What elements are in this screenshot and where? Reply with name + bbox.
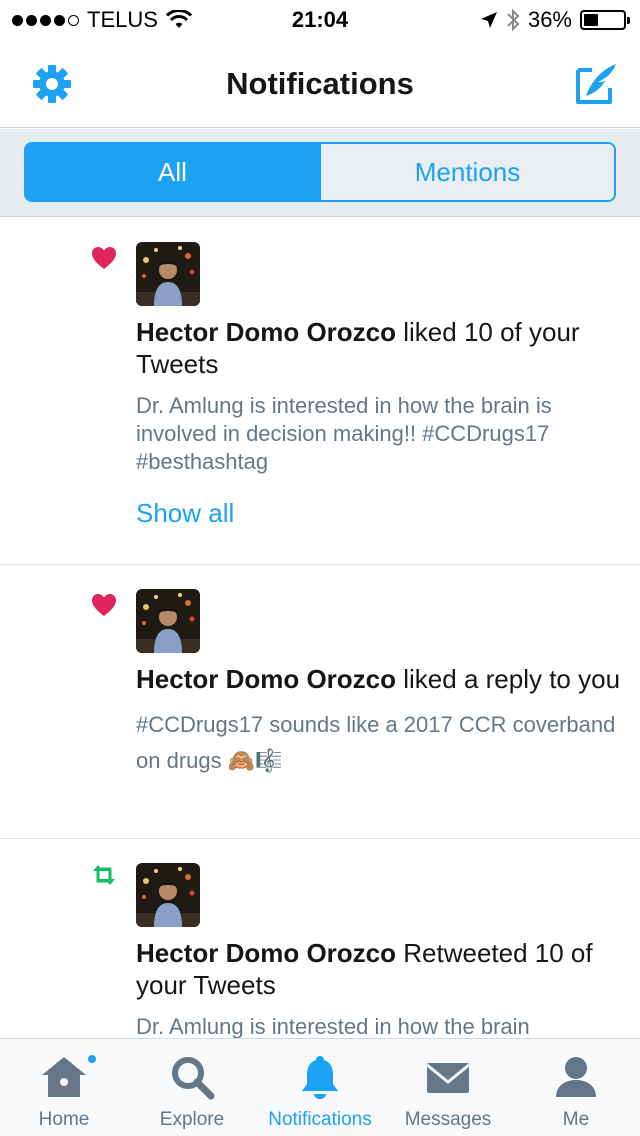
page-title: Notifications	[226, 66, 414, 101]
notification-item[interactable]: Hector Domo Orozco Retweeted 10 of your …	[0, 839, 640, 1038]
status-bar: TELUS 21:04 36%	[0, 0, 640, 40]
notifications-screen: TELUS 21:04 36% Notifications All Mentio…	[0, 0, 640, 1136]
segment-all[interactable]: All	[26, 144, 319, 200]
tab-notifications[interactable]: Notifications	[256, 1039, 384, 1136]
avatar[interactable]	[136, 589, 200, 653]
notifications-filter: All Mentions	[24, 142, 616, 202]
tweet-text: Dr. Amlung is interested in how the brai…	[136, 1014, 530, 1038]
segment-mentions[interactable]: Mentions	[319, 144, 614, 200]
home-badge-dot	[86, 1053, 98, 1065]
person-icon	[556, 1057, 596, 1097]
compose-tweet-button[interactable]	[572, 60, 620, 108]
navigation-bar: Notifications	[0, 40, 640, 128]
tab-home[interactable]: Home	[0, 1039, 128, 1136]
tweet-text: #CCDrugs17 sounds like a 2017 CCR coverb…	[136, 712, 616, 773]
heart-icon	[92, 594, 116, 616]
notification-title: Hector Domo Orozco Retweeted 10 of your …	[136, 937, 626, 1001]
tab-messages[interactable]: Messages	[384, 1039, 512, 1136]
tab-label: Explore	[159, 1109, 225, 1130]
location-arrow-icon	[480, 12, 497, 28]
search-icon	[172, 1057, 215, 1100]
battery-percent: 36%	[527, 7, 572, 32]
tab-me[interactable]: Me	[512, 1039, 640, 1136]
tab-explore[interactable]: Explore	[128, 1039, 256, 1136]
notifications-feed[interactable]: Hector Domo Orozco liked 10 of your Twee…	[0, 218, 640, 1038]
notification-action: liked a reply to you	[396, 664, 621, 694]
notification-title: Hector Domo Orozco liked a reply to you	[136, 663, 626, 695]
tab-label: Home	[38, 1109, 90, 1130]
avatar[interactable]	[136, 863, 200, 927]
retweet-icon	[93, 865, 115, 885]
battery-icon	[580, 10, 630, 30]
signal-strength-icon	[12, 14, 79, 26]
user-name[interactable]: Hector Domo Orozco	[136, 664, 396, 694]
notification-item[interactable]: Hector Domo Orozco liked a reply to you …	[0, 565, 640, 839]
wifi-icon	[165, 10, 192, 28]
carrier-name: TELUS	[87, 7, 158, 32]
user-name[interactable]: Hector Domo Orozco	[136, 317, 396, 347]
user-name[interactable]: Hector Domo Orozco	[136, 938, 396, 968]
tab-label: Notifications	[268, 1109, 372, 1130]
bell-icon	[302, 1056, 338, 1099]
tab-label: Me	[562, 1109, 590, 1130]
envelope-icon	[426, 1063, 470, 1093]
show-all-link[interactable]: Show all	[136, 498, 626, 529]
home-icon	[42, 1057, 86, 1097]
heart-icon	[92, 247, 116, 269]
segment-bar: All Mentions	[0, 129, 640, 217]
compose-icon	[576, 64, 616, 104]
tab-bar: Home Explore Notifications Messages Me	[0, 1038, 640, 1136]
bluetooth-icon	[507, 8, 520, 32]
tab-label: Messages	[404, 1109, 492, 1130]
tweet-text: Dr. Amlung is interested in how the brai…	[136, 393, 552, 474]
battery-level	[584, 14, 598, 26]
notification-title: Hector Domo Orozco liked 10 of your Twee…	[136, 316, 626, 380]
avatar[interactable]	[136, 242, 200, 306]
notification-item[interactable]: Hector Domo Orozco liked 10 of your Twee…	[0, 218, 640, 565]
